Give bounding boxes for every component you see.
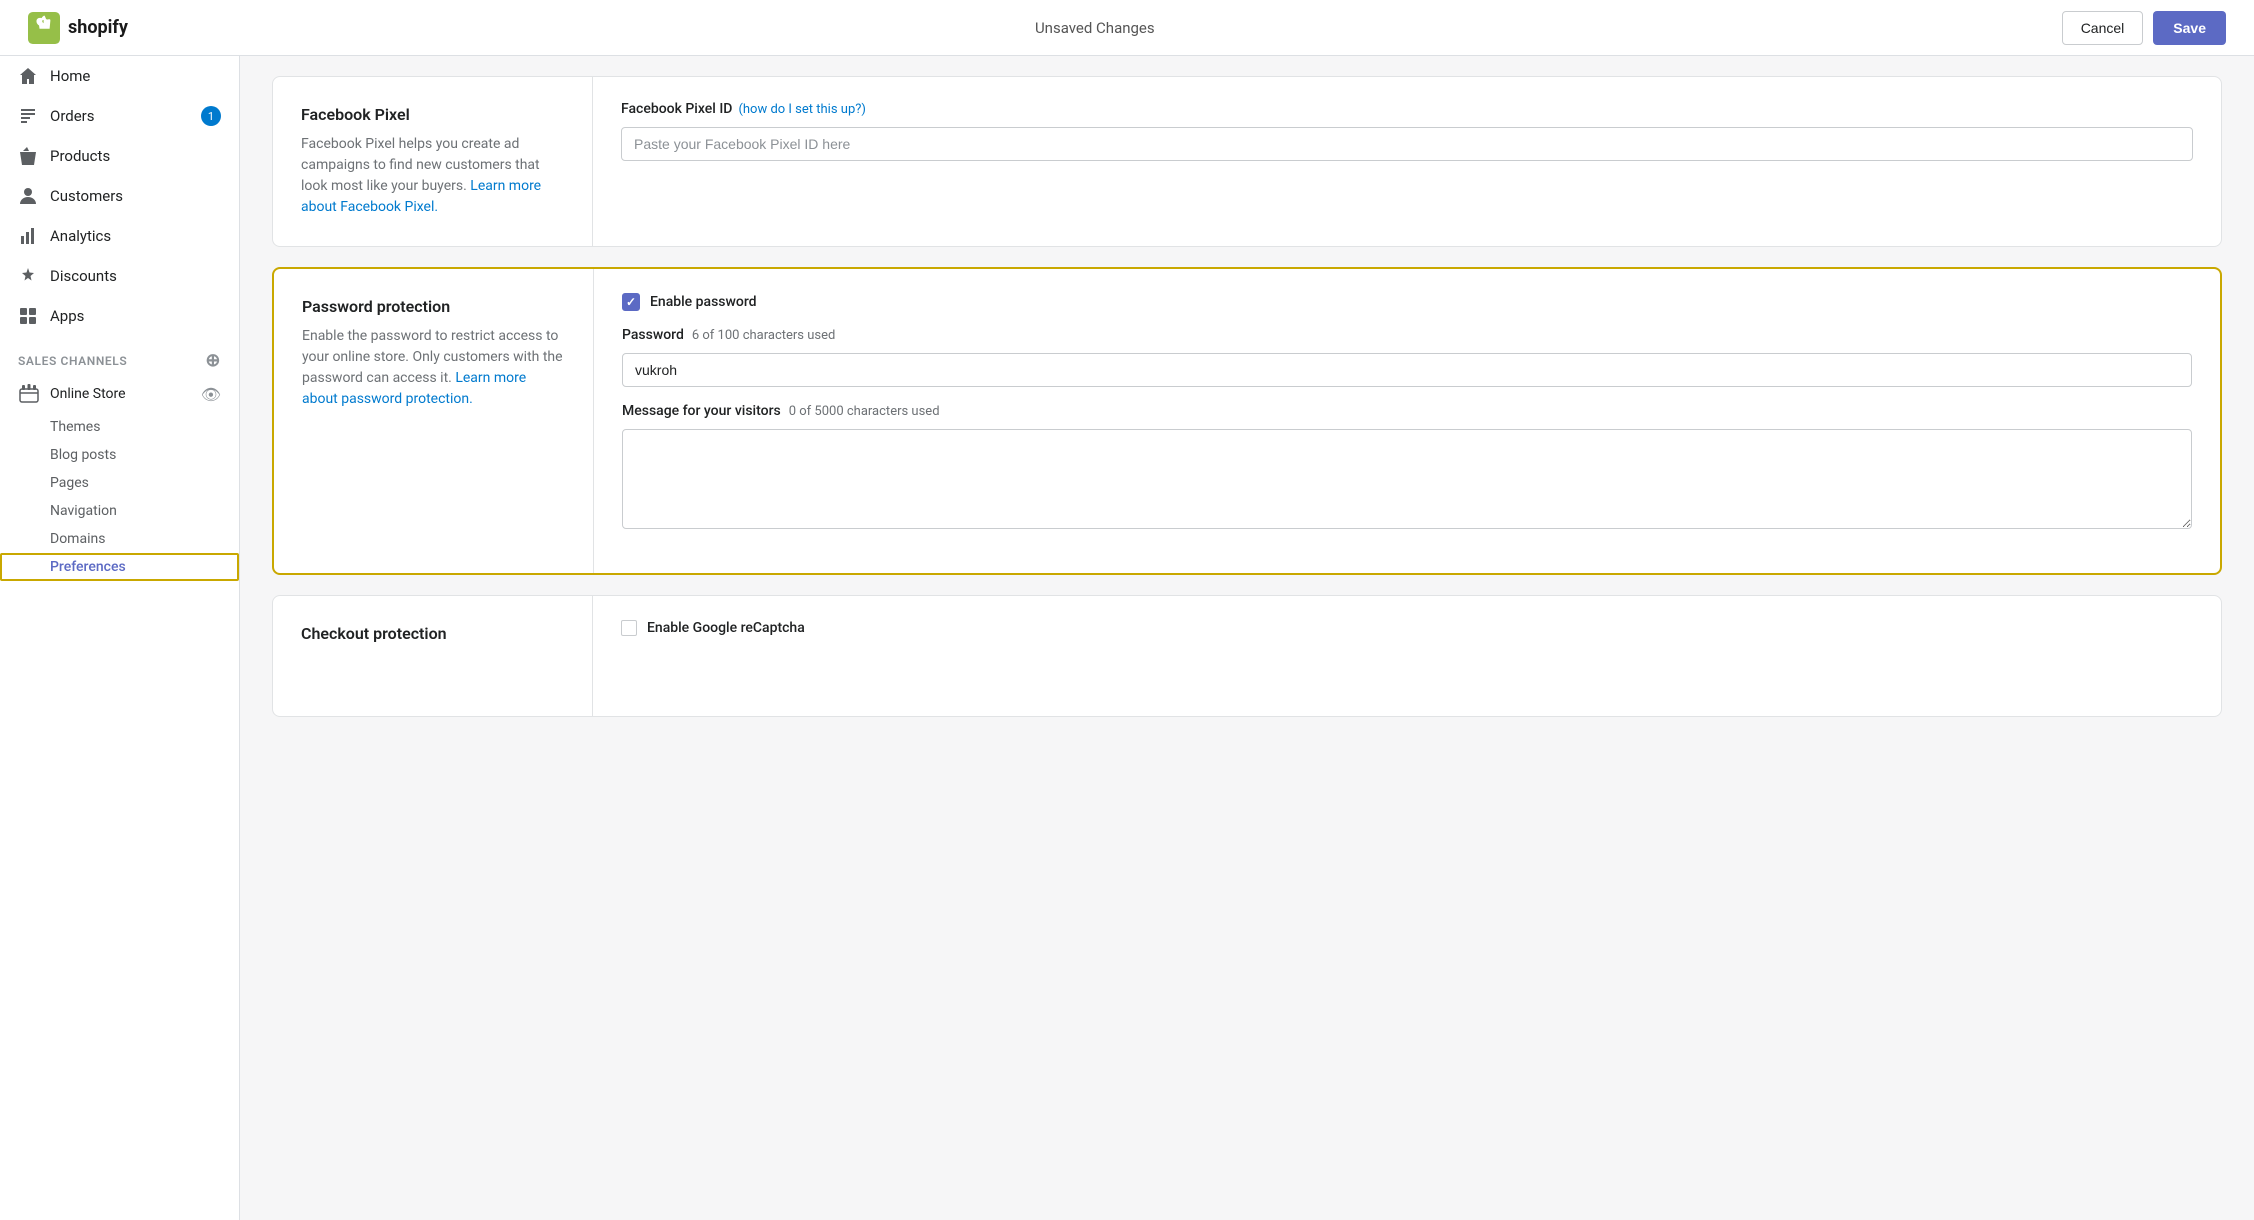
orders-icon [18, 106, 38, 126]
products-icon [18, 146, 38, 166]
discounts-icon [18, 266, 38, 286]
online-store-icon [18, 383, 40, 405]
sidebar-item-label: Apps [50, 307, 84, 325]
sidebar-sub-domains[interactable]: Domains [0, 525, 239, 553]
facebook-pixel-inner: Facebook Pixel Facebook Pixel helps you … [273, 77, 2221, 246]
recaptcha-label: Enable Google reCaptcha [647, 620, 805, 636]
sidebar-item-label: Home [50, 67, 90, 85]
online-store-item[interactable]: Online Store 👁 [0, 375, 239, 413]
unsaved-changes-label: Unsaved Changes [1035, 19, 1155, 37]
password-protection-inner: Password protection Enable the password … [274, 269, 2220, 573]
recaptcha-checkbox[interactable] [621, 620, 637, 636]
analytics-icon [18, 226, 38, 246]
sidebar-item-orders[interactable]: Orders 1 [0, 96, 239, 136]
checkout-protection-section: Checkout protection Enable Google reCapt… [272, 595, 2222, 717]
sidebar-item-home[interactable]: Home [0, 56, 239, 96]
sidebar-item-label: Orders [50, 107, 95, 125]
recaptcha-row: Enable Google reCaptcha [621, 620, 2193, 636]
password-protection-section: Password protection Enable the password … [272, 267, 2222, 575]
password-protection-title: Password protection [302, 297, 565, 316]
password-label-row: Password 6 of 100 characters used [622, 327, 2192, 347]
sidebar-item-customers[interactable]: Customers [0, 176, 239, 216]
sidebar: Home Orders 1 Products Customers Analyti… [0, 56, 240, 1220]
sidebar-item-products[interactable]: Products [0, 136, 239, 176]
sidebar-item-label: Analytics [50, 227, 111, 245]
checkout-protection-title: Checkout protection [301, 624, 564, 643]
facebook-pixel-id-field: Facebook Pixel ID (how do I set this up?… [621, 101, 2193, 161]
password-input[interactable] [622, 353, 2192, 387]
sidebar-item-label: Customers [50, 187, 123, 205]
shopify-logo-icon [28, 12, 60, 44]
save-button[interactable]: Save [2153, 11, 2226, 45]
checkout-protection-inner: Checkout protection Enable Google reCapt… [273, 596, 2221, 716]
enable-password-row: Enable password [622, 293, 2192, 311]
facebook-pixel-title: Facebook Pixel [301, 105, 564, 124]
facebook-pixel-label-row: Facebook Pixel ID (how do I set this up?… [621, 101, 2193, 121]
sidebar-item-label: Products [50, 147, 110, 165]
topbar-actions: Cancel Save [2062, 11, 2226, 45]
sidebar-sub-navigation[interactable]: Navigation [0, 497, 239, 525]
message-label-row: Message for your visitors 0 of 5000 char… [622, 403, 2192, 423]
orders-badge: 1 [201, 106, 221, 126]
facebook-pixel-setup-link[interactable]: (how do I set this up?) [738, 102, 865, 117]
message-textarea[interactable] [622, 429, 2192, 529]
sidebar-sub-pages[interactable]: Pages [0, 469, 239, 497]
message-chars-used: 0 of 5000 characters used [789, 404, 940, 419]
message-label: Message for your visitors [622, 403, 781, 419]
apps-icon [18, 306, 38, 326]
facebook-pixel-id-input[interactable] [621, 127, 2193, 161]
customers-icon [18, 186, 38, 206]
sidebar-item-apps[interactable]: Apps [0, 296, 239, 336]
password-label: Password [622, 327, 684, 343]
checkout-protection-left: Checkout protection [273, 596, 593, 716]
topbar: shopify Unsaved Changes Cancel Save [0, 0, 2254, 56]
password-protection-desc: Enable the password to restrict access t… [302, 326, 565, 410]
main-layout: Home Orders 1 Products Customers Analyti… [0, 56, 2254, 1220]
facebook-pixel-desc: Facebook Pixel helps you create ad campa… [301, 134, 564, 218]
sidebar-item-label: Discounts [50, 267, 117, 285]
password-protection-right: Enable password Password 6 of 100 charac… [594, 269, 2220, 573]
message-field: Message for your visitors 0 of 5000 char… [622, 403, 2192, 533]
enable-password-checkbox[interactable] [622, 293, 640, 311]
content-area: Facebook Pixel Facebook Pixel helps you … [240, 56, 2254, 1220]
sidebar-sub-blog-posts[interactable]: Blog posts [0, 441, 239, 469]
sales-channels-section: SALES CHANNELS ⊕ [0, 336, 239, 375]
sidebar-sub-themes[interactable]: Themes [0, 413, 239, 441]
facebook-pixel-left: Facebook Pixel Facebook Pixel helps you … [273, 77, 593, 246]
facebook-pixel-section: Facebook Pixel Facebook Pixel helps you … [272, 76, 2222, 247]
online-store-label: Online Store [50, 386, 126, 402]
password-chars-used: 6 of 100 characters used [692, 328, 835, 343]
home-icon [18, 66, 38, 86]
sidebar-item-discounts[interactable]: Discounts [0, 256, 239, 296]
logo-text: shopify [68, 17, 128, 38]
checkout-protection-right: Enable Google reCaptcha [593, 596, 2221, 716]
password-field: Password 6 of 100 characters used [622, 327, 2192, 387]
password-protection-left: Password protection Enable the password … [274, 269, 594, 573]
enable-password-label: Enable password [650, 294, 757, 310]
facebook-pixel-field-label: Facebook Pixel ID [621, 101, 732, 117]
sidebar-item-analytics[interactable]: Analytics [0, 216, 239, 256]
logo: shopify [28, 12, 128, 44]
cancel-button[interactable]: Cancel [2062, 11, 2144, 45]
eye-icon[interactable]: 👁 [201, 385, 221, 404]
facebook-pixel-right: Facebook Pixel ID (how do I set this up?… [593, 77, 2221, 246]
sales-channels-label: SALES CHANNELS [18, 354, 127, 368]
add-channel-icon[interactable]: ⊕ [205, 350, 221, 371]
sidebar-sub-preferences[interactable]: Preferences [0, 553, 239, 581]
